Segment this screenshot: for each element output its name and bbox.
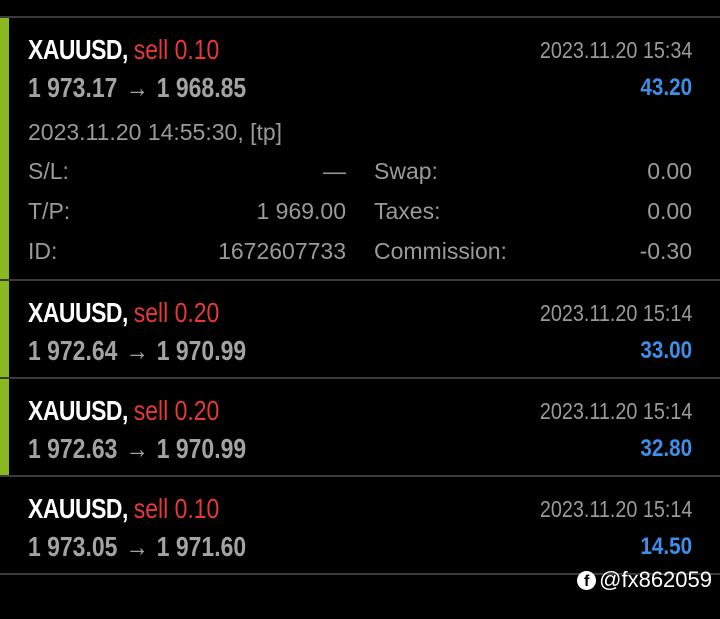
close-price: 1 970.99 (156, 433, 247, 464)
taxes-label: Taxes: (374, 198, 441, 224)
trade-row-2[interactable]: XAUUSD, sell 0.20 2023.11.20 15:14 1 972… (0, 281, 720, 379)
trade-side: sell 0.10 (133, 493, 220, 524)
trade-accent-bar (0, 379, 9, 475)
id-label: ID: (28, 238, 58, 264)
swap-value: 0.00 (647, 158, 692, 184)
id-value: 1672607733 (218, 238, 346, 264)
trade-row-1[interactable]: XAUUSD, sell 0.10 2023.11.20 15:34 1 973… (0, 18, 720, 281)
arrow-right-icon: → (125, 531, 149, 562)
open-price: 1 972.64 (28, 335, 118, 366)
trade-row-3[interactable]: XAUUSD, sell 0.20 2023.11.20 15:14 1 972… (0, 379, 720, 477)
trade-details: 2023.11.20 14:55:30, [tp] S/L: — Swap: 0… (28, 118, 692, 264)
trade-profit: 43.20 (640, 74, 692, 101)
trade-symbol: XAUUSD, sell 0.20 (28, 395, 220, 426)
trade-side: sell 0.10 (133, 34, 220, 65)
close-price: 1 968.85 (156, 72, 247, 103)
sl-value: — (323, 158, 346, 184)
open-info: 2023.11.20 14:55:30, [tp] (28, 119, 283, 145)
trade-close-time: 2023.11.20 15:14 (539, 300, 692, 326)
arrow-right-icon: → (125, 433, 149, 464)
trade-profit: 14.50 (640, 533, 692, 560)
arrow-right-icon: → (125, 335, 149, 366)
trade-symbol: XAUUSD, sell 0.10 (28, 34, 220, 65)
watermark-handle: @fx862059 (599, 567, 712, 592)
trade-row-4[interactable]: XAUUSD, sell 0.10 2023.11.20 15:14 1 973… (0, 477, 720, 575)
taxes-value: 0.00 (647, 198, 692, 224)
open-price: 1 973.17 (28, 72, 118, 103)
close-price: 1 971.60 (156, 531, 247, 562)
watermark: f @fx862059 (577, 567, 712, 593)
tp-value: 1 969.00 (256, 198, 346, 224)
facebook-icon: f (577, 570, 597, 590)
trade-side: sell 0.20 (133, 395, 220, 426)
trade-profit: 32.80 (640, 435, 692, 462)
open-price: 1 972.63 (28, 433, 118, 464)
trade-accent-bar (0, 281, 9, 377)
open-price: 1 973.05 (28, 531, 118, 562)
trade-symbol: XAUUSD, sell 0.20 (28, 297, 220, 328)
trade-accent-bar (0, 477, 9, 573)
trade-prices: 1 972.63 → 1 970.99 (28, 433, 246, 465)
trade-close-time: 2023.11.20 15:14 (539, 398, 692, 424)
trade-prices: 1 973.05 → 1 971.60 (28, 531, 246, 563)
sl-label: S/L: (28, 158, 69, 184)
trade-close-time: 2023.11.20 15:34 (539, 37, 692, 63)
trade-close-time: 2023.11.20 15:14 (539, 496, 692, 522)
trade-profit: 33.00 (640, 337, 692, 364)
close-price: 1 970.99 (156, 335, 247, 366)
tp-label: T/P: (28, 198, 71, 224)
trade-prices: 1 972.64 → 1 970.99 (28, 335, 246, 367)
trade-symbol: XAUUSD, sell 0.10 (28, 493, 220, 524)
swap-label: Swap: (374, 158, 438, 184)
commission-value: -0.30 (639, 238, 692, 264)
trade-accent-bar (0, 18, 9, 279)
trade-prices: 1 973.17 → 1 968.85 (28, 72, 246, 104)
commission-label: Commission: (374, 238, 507, 264)
trade-side: sell 0.20 (133, 297, 220, 328)
arrow-right-icon: → (125, 72, 149, 103)
